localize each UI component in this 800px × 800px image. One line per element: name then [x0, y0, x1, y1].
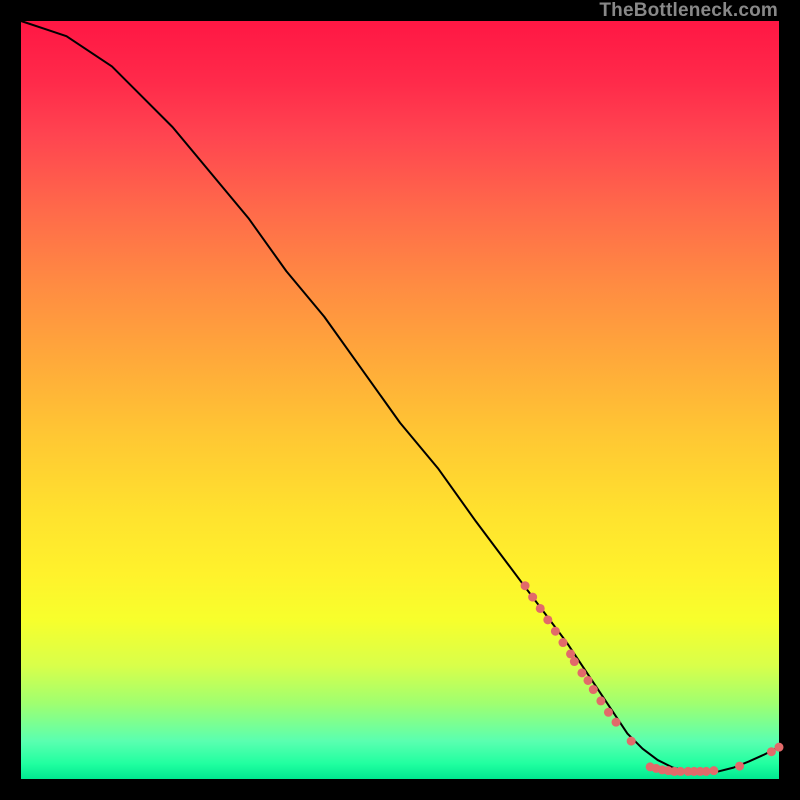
marker-point	[570, 657, 579, 666]
marker-point	[767, 747, 776, 756]
marker-point	[543, 615, 552, 624]
marker-point	[583, 676, 592, 685]
marker-point	[735, 762, 744, 771]
marker-point	[528, 593, 537, 602]
marker-point	[627, 737, 636, 746]
marker-cluster	[521, 581, 784, 776]
marker-point	[612, 718, 621, 727]
bottleneck-curve-line	[21, 21, 779, 771]
marker-point	[604, 708, 613, 717]
marker-point	[589, 685, 598, 694]
marker-point	[558, 638, 567, 647]
chart-plot	[21, 21, 779, 779]
marker-point	[551, 627, 560, 636]
marker-point	[536, 604, 545, 613]
marker-point	[709, 766, 718, 775]
marker-point	[521, 581, 530, 590]
watermark-text: TheBottleneck.com	[599, 0, 778, 22]
marker-point	[577, 668, 586, 677]
marker-point	[596, 696, 605, 705]
marker-point	[775, 743, 784, 752]
